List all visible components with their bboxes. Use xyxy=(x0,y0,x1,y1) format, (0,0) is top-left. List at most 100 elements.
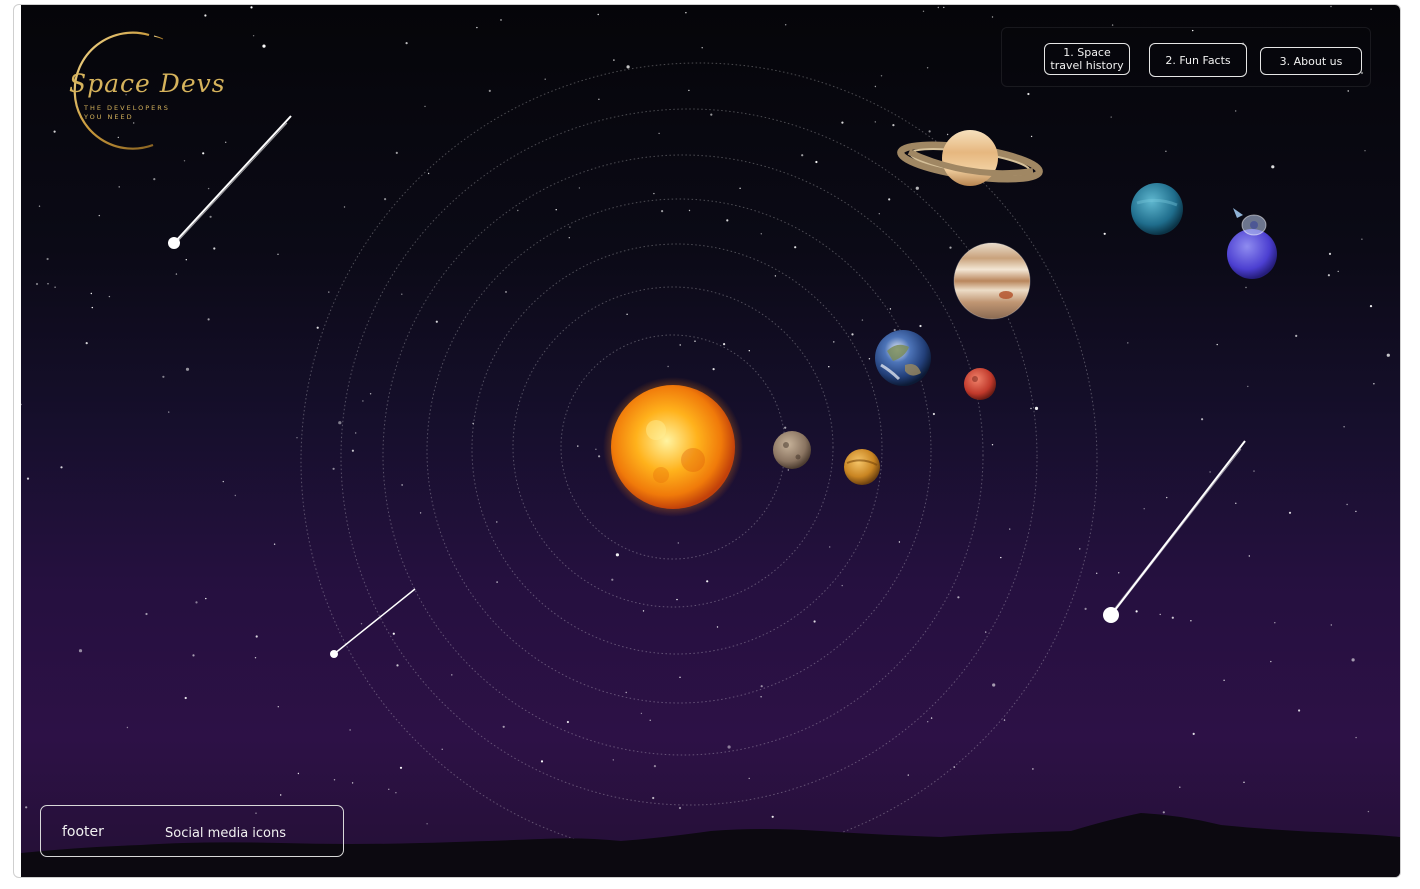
star xyxy=(1355,510,1357,513)
star xyxy=(1192,732,1195,736)
star xyxy=(760,696,762,698)
star xyxy=(555,209,557,211)
star xyxy=(787,469,789,471)
star xyxy=(626,313,628,315)
star xyxy=(355,432,357,434)
star xyxy=(1096,572,1098,574)
star xyxy=(928,130,931,133)
star xyxy=(392,632,395,635)
star xyxy=(175,273,178,275)
star xyxy=(396,664,399,667)
star xyxy=(488,89,491,92)
star xyxy=(496,521,498,523)
star xyxy=(1165,150,1167,152)
star xyxy=(615,553,620,557)
top-nav: 1. Space travel history 2. Fun Facts 3. … xyxy=(1001,27,1371,87)
star xyxy=(930,717,933,719)
star xyxy=(985,631,987,633)
star xyxy=(893,328,896,332)
star xyxy=(451,674,453,676)
star xyxy=(597,13,599,16)
logo-tagline-1: THE DEVELOPERS xyxy=(84,104,170,112)
star xyxy=(505,291,507,293)
star xyxy=(1253,470,1255,472)
planet-saturn xyxy=(897,130,1043,186)
star xyxy=(1209,471,1211,473)
star xyxy=(1027,92,1030,96)
star xyxy=(919,324,922,328)
star xyxy=(502,725,505,728)
social-media-icons[interactable]: Social media icons xyxy=(165,826,286,841)
star xyxy=(202,152,205,155)
star xyxy=(723,343,726,346)
star xyxy=(234,494,236,497)
star xyxy=(676,598,678,601)
star xyxy=(1364,150,1366,152)
star xyxy=(427,172,430,175)
star xyxy=(1271,165,1275,169)
star xyxy=(351,449,354,452)
star xyxy=(296,437,298,439)
star xyxy=(943,6,945,9)
star xyxy=(1111,24,1114,26)
star xyxy=(333,779,336,781)
star xyxy=(38,205,41,207)
star xyxy=(98,214,101,217)
star xyxy=(262,44,266,48)
star xyxy=(688,209,691,212)
star xyxy=(1355,736,1357,739)
star xyxy=(710,113,713,116)
star xyxy=(26,477,30,480)
star xyxy=(926,67,929,69)
star xyxy=(351,782,354,784)
star xyxy=(183,160,186,162)
star xyxy=(184,696,187,700)
comet-right xyxy=(1103,440,1246,623)
star xyxy=(1369,305,1373,308)
star xyxy=(874,85,877,88)
star xyxy=(209,215,212,218)
star xyxy=(813,620,816,623)
star xyxy=(1274,622,1276,624)
star xyxy=(544,78,546,80)
star xyxy=(851,333,854,336)
star xyxy=(679,676,681,678)
star xyxy=(640,712,643,715)
star xyxy=(401,293,403,295)
star xyxy=(225,141,227,143)
star xyxy=(726,219,729,222)
star xyxy=(569,226,571,228)
star xyxy=(118,186,120,188)
star xyxy=(1084,607,1087,611)
star xyxy=(678,806,682,810)
sun xyxy=(603,377,743,517)
star xyxy=(273,543,276,545)
nav-about-us[interactable]: 3. About us xyxy=(1260,47,1362,75)
star xyxy=(1235,502,1237,504)
star xyxy=(1201,418,1204,421)
star xyxy=(828,366,830,368)
star xyxy=(328,291,330,293)
star xyxy=(133,122,135,124)
star xyxy=(774,275,777,277)
star xyxy=(706,580,709,583)
star xyxy=(801,154,804,157)
space-background: Space Devs THE DEVELOPERS YOU NEED 1. Sp… xyxy=(21,5,1400,877)
star xyxy=(85,342,88,345)
star xyxy=(1270,660,1272,663)
star xyxy=(1328,252,1332,255)
page-frame: Space Devs THE DEVELOPERS YOU NEED 1. Sp… xyxy=(13,4,1401,878)
star xyxy=(771,815,774,818)
star xyxy=(153,178,156,181)
star xyxy=(760,685,763,688)
star xyxy=(927,721,929,723)
star xyxy=(949,246,952,249)
star xyxy=(667,365,669,368)
nav-label-line2: travel history xyxy=(1050,59,1124,72)
nav-label-line1: 1. Space xyxy=(1063,46,1111,59)
star xyxy=(207,318,210,321)
nav-fun-facts[interactable]: 2. Fun Facts xyxy=(1149,43,1247,77)
star xyxy=(419,512,422,514)
star xyxy=(1347,90,1349,92)
nav-space-travel-history[interactable]: 1. Space travel history xyxy=(1044,43,1130,75)
